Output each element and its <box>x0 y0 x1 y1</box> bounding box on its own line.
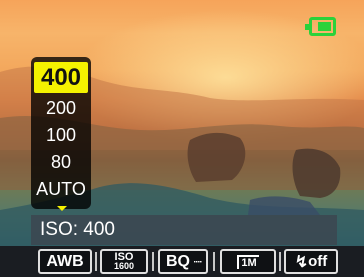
iso-option-100[interactable]: 100 <box>34 122 88 148</box>
battery-terminal <box>305 24 309 30</box>
iso-button[interactable]: ISO 1600 <box>100 249 148 274</box>
image-size-icon: 1M <box>237 254 259 269</box>
iso-option-80[interactable]: 80 <box>34 149 88 175</box>
toolbar-divider <box>213 252 215 271</box>
battery-icon <box>305 17 336 36</box>
toolbar-divider <box>152 252 154 271</box>
toolbar-divider <box>95 252 97 271</box>
iso-option-auto[interactable]: AUTO <box>34 176 88 202</box>
flash-label: off <box>308 253 328 270</box>
iso-status-text: ISO: 400 <box>40 219 115 240</box>
scroll-down-arrow-icon[interactable] <box>57 206 67 211</box>
camera-viewfinder: 400 200 100 80 AUTO ISO: 400 AWB ISO 160… <box>0 0 364 277</box>
flash-button[interactable]: ↯ off <box>284 249 338 274</box>
image-size-button[interactable]: 1M <box>220 249 276 274</box>
quality-button[interactable]: BQ ⁞ <box>158 249 208 274</box>
iso-button-line2: 1600 <box>113 260 135 271</box>
quality-label: BQ <box>166 252 190 270</box>
white-balance-label: AWB <box>46 252 84 270</box>
iso-option-selected[interactable]: 400 <box>34 62 88 93</box>
flash-icon: ↯ <box>294 253 309 271</box>
white-balance-button[interactable]: AWB <box>38 249 92 274</box>
image-size-label: 1M <box>241 256 257 269</box>
toolbar-divider <box>279 252 281 271</box>
battery-level <box>317 22 331 31</box>
quality-stars-icon: ⁞ <box>191 259 202 264</box>
iso-option-200[interactable]: 200 <box>34 95 88 121</box>
